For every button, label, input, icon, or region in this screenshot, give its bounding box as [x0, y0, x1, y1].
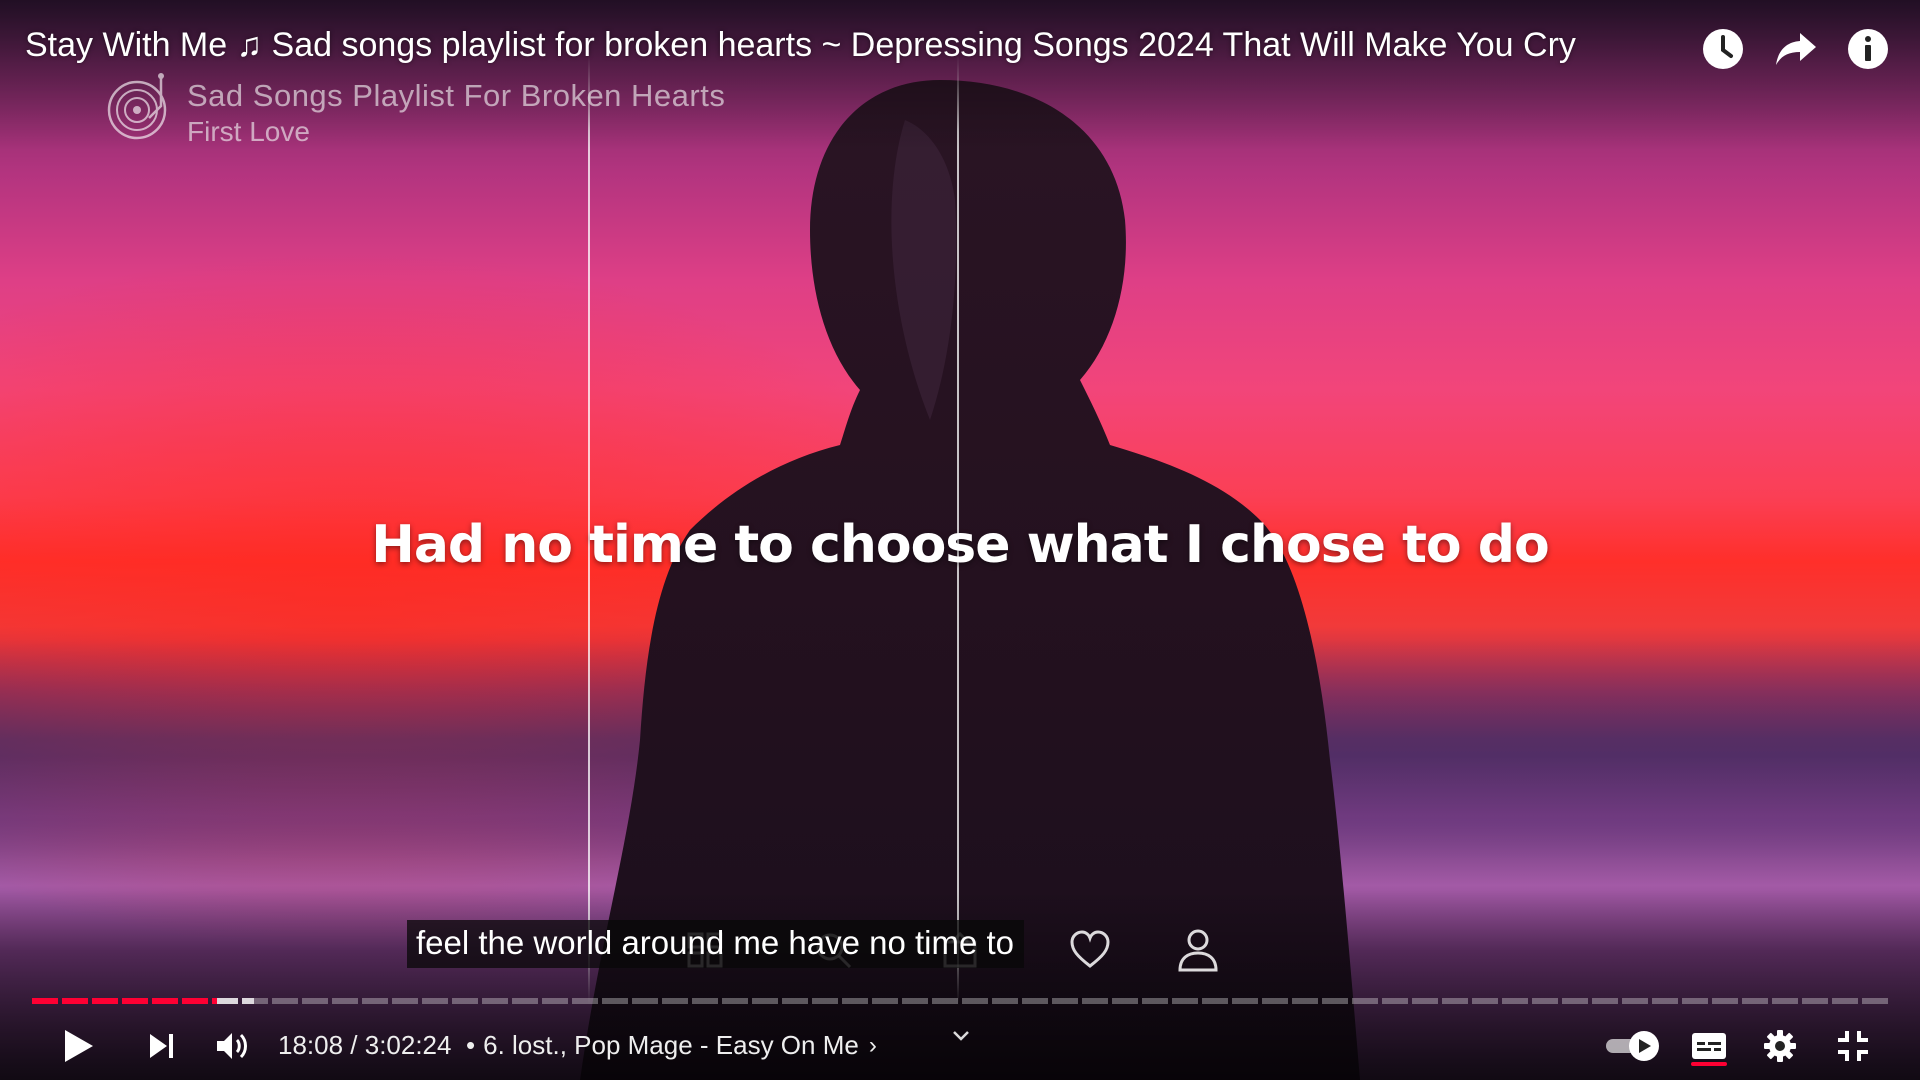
progress-track [32, 998, 1888, 1004]
exit-fullscreen-button[interactable] [1828, 1021, 1878, 1071]
info-button[interactable] [1845, 26, 1891, 72]
skip-next-icon [150, 1034, 173, 1058]
chapter-title: 6. lost., Pop Mage - Easy On Me [483, 1030, 859, 1060]
next-button[interactable] [137, 1021, 187, 1071]
gear-icon [1764, 1030, 1796, 1062]
channel-name: Sad Songs Playlist For Broken Hearts [187, 78, 726, 113]
channel-subtitle: First Love [187, 116, 310, 147]
progress-bar[interactable] [32, 998, 1888, 1004]
video-lyric-text: Had no time to choose what I chose to do [371, 515, 1549, 575]
subtitles-active-indicator [1691, 1062, 1727, 1066]
volume-icon [217, 1033, 247, 1059]
channel-watermark: Sad Songs Playlist For Broken Hearts Fir… [105, 72, 725, 148]
video-player[interactable]: Sad Songs Playlist For Broken Hearts Fir… [0, 0, 1920, 1080]
chevron-down-icon [953, 1031, 969, 1041]
subtitles-icon [1692, 1033, 1726, 1059]
vinyl-record-icon [107, 73, 167, 140]
progress-played [32, 998, 217, 1004]
video-title[interactable]: Stay With Me ♫ Sad songs playlist for br… [25, 26, 1576, 65]
autoplay-toggle[interactable] [1603, 1021, 1663, 1071]
play-button[interactable] [53, 1021, 103, 1071]
exit-fullscreen-icon [1838, 1031, 1868, 1061]
user-icon [1173, 925, 1223, 975]
watch-later-button[interactable] [1700, 26, 1746, 72]
volume-button[interactable] [208, 1021, 258, 1071]
chevron-right-icon: › [868, 1031, 877, 1059]
chapter-separator: • [466, 1030, 476, 1060]
chapter-title-button[interactable]: • 6. lost., Pop Mage - Easy On Me › [466, 1030, 877, 1061]
player-controls: 18:08 / 3:02:24 • 6. lost., Pop Mage - E… [0, 1015, 1920, 1075]
play-icon [65, 1030, 93, 1062]
share-button[interactable] [1773, 26, 1819, 72]
closed-caption: feel the world around me have no time to [407, 920, 1025, 968]
settings-button[interactable] [1755, 1021, 1805, 1071]
time-display: 18:08 / 3:02:24 [278, 1030, 452, 1060]
share-arrow-icon [1776, 33, 1816, 65]
info-icon [1848, 29, 1888, 69]
autoplay-toggle-icon [1606, 1031, 1659, 1061]
clock-icon [1703, 29, 1743, 69]
heart-icon [1065, 925, 1115, 975]
